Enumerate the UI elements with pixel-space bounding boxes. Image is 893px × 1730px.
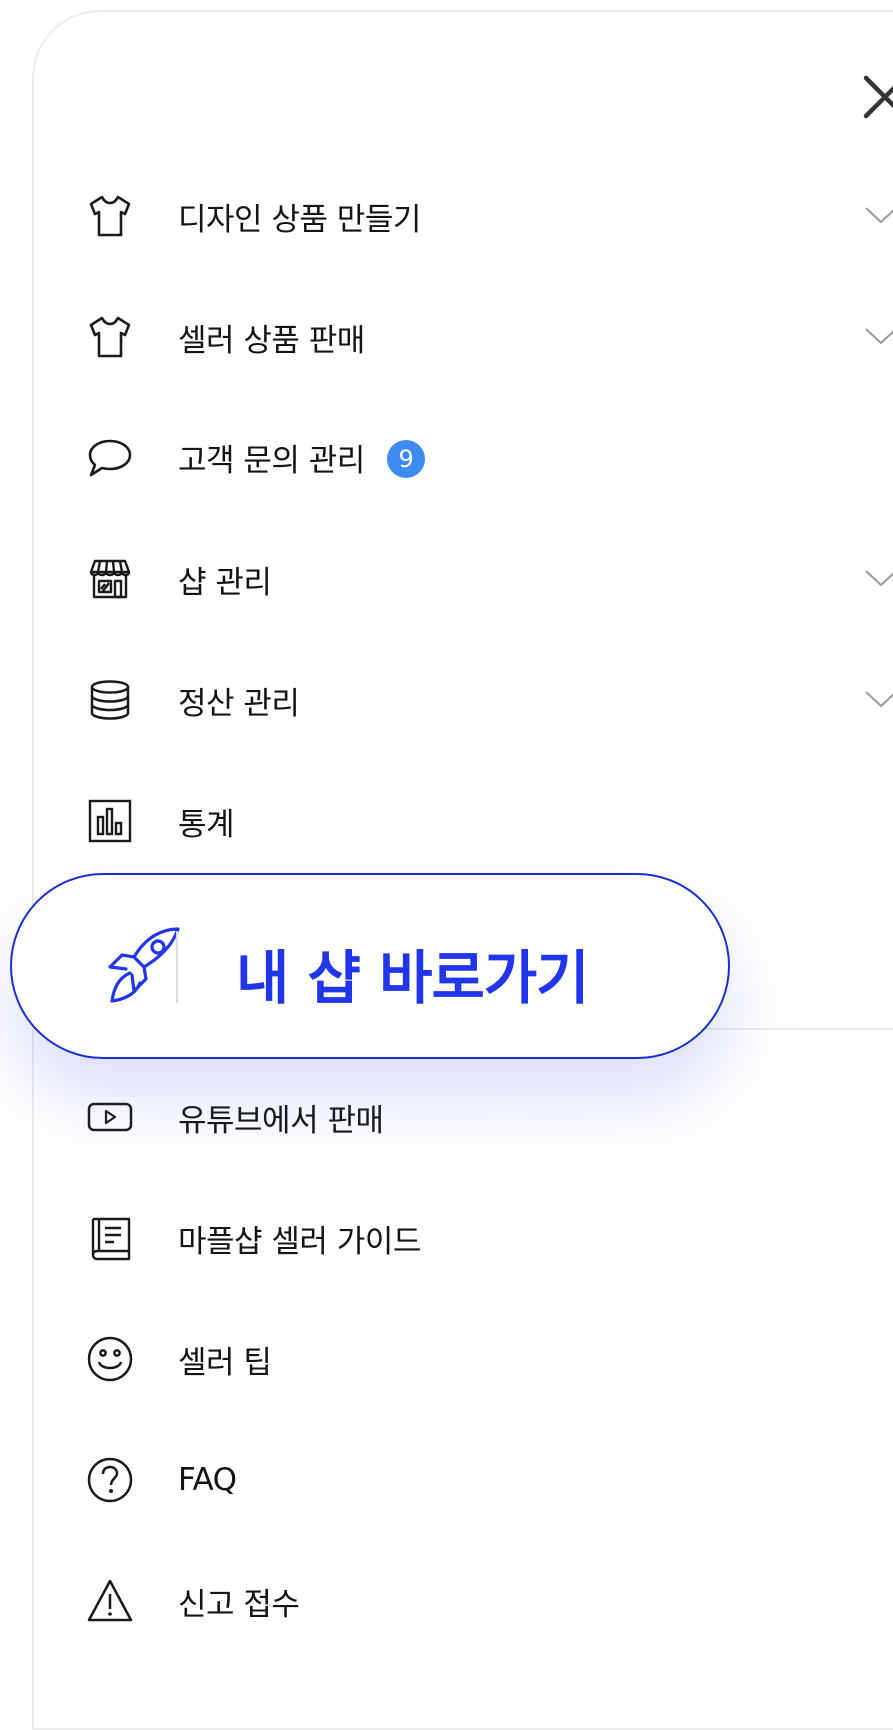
menu-item-label: 마플샵 셀러 가이드	[178, 1223, 421, 1260]
close-icon[interactable]	[860, 72, 893, 120]
menu-item-label: 통계	[178, 806, 235, 843]
chevron-down-icon[interactable]	[863, 563, 893, 593]
bar-chart-icon	[86, 797, 134, 845]
shortcut-separator	[176, 931, 178, 1003]
storefront-icon	[86, 555, 134, 603]
menu-item-label: 디자인 상품 만들기	[178, 201, 421, 238]
menu-item-label: 유튜브에서 판매	[178, 1102, 384, 1139]
help-icon	[86, 1456, 134, 1504]
menu-item-label: 셀러 상품 판매	[178, 322, 365, 359]
warning-icon	[86, 1577, 134, 1625]
menu-item-label: FAQ	[178, 1462, 237, 1498]
menu-item-label: 정산 관리	[178, 685, 300, 722]
menu-item-faq[interactable]: FAQ	[86, 1450, 893, 1510]
menu-item-label: 고객 문의 관리 9	[178, 435, 425, 482]
tshirt-icon	[86, 192, 134, 240]
menu-item-seller-tip[interactable]: 셀러 팁	[86, 1329, 893, 1389]
menu-item-customer-inquiry[interactable]: 고객 문의 관리 9	[86, 428, 893, 488]
menu-item-youtube-sales[interactable]: 유튜브에서 판매	[86, 1087, 893, 1147]
menu-item-label: 샵 관리	[178, 564, 272, 601]
go-to-my-shop-button[interactable]: 내 샵 바로가기	[10, 873, 730, 1059]
play-icon	[86, 1093, 134, 1141]
menu-item-statistics[interactable]: 통계	[86, 791, 893, 851]
chat-bubble-icon	[86, 434, 134, 482]
menu-item-shop-manage[interactable]: 샵 관리	[86, 549, 893, 609]
tshirt-icon	[86, 313, 134, 361]
menu-item-seller-product[interactable]: 셀러 상품 판매	[86, 307, 893, 367]
chevron-down-icon[interactable]	[863, 684, 893, 714]
menu-item-report[interactable]: 신고 접수	[86, 1571, 893, 1631]
menu-item-label: 셀러 팁	[178, 1344, 272, 1381]
smile-icon	[86, 1335, 134, 1383]
menu-item-label: 신고 접수	[178, 1586, 300, 1623]
notification-badge: 9	[386, 440, 425, 479]
menu-item-settlement[interactable]: 정산 관리	[86, 670, 893, 730]
chevron-down-icon[interactable]	[863, 321, 893, 351]
chevron-down-icon[interactable]	[863, 200, 893, 230]
menu-item-design-product[interactable]: 디자인 상품 만들기	[86, 186, 893, 246]
book-icon	[86, 1214, 134, 1262]
database-icon	[86, 676, 134, 724]
menu-item-seller-guide[interactable]: 마플샵 셀러 가이드	[86, 1208, 893, 1268]
shortcut-label: 내 샵 바로가기	[236, 944, 590, 1012]
